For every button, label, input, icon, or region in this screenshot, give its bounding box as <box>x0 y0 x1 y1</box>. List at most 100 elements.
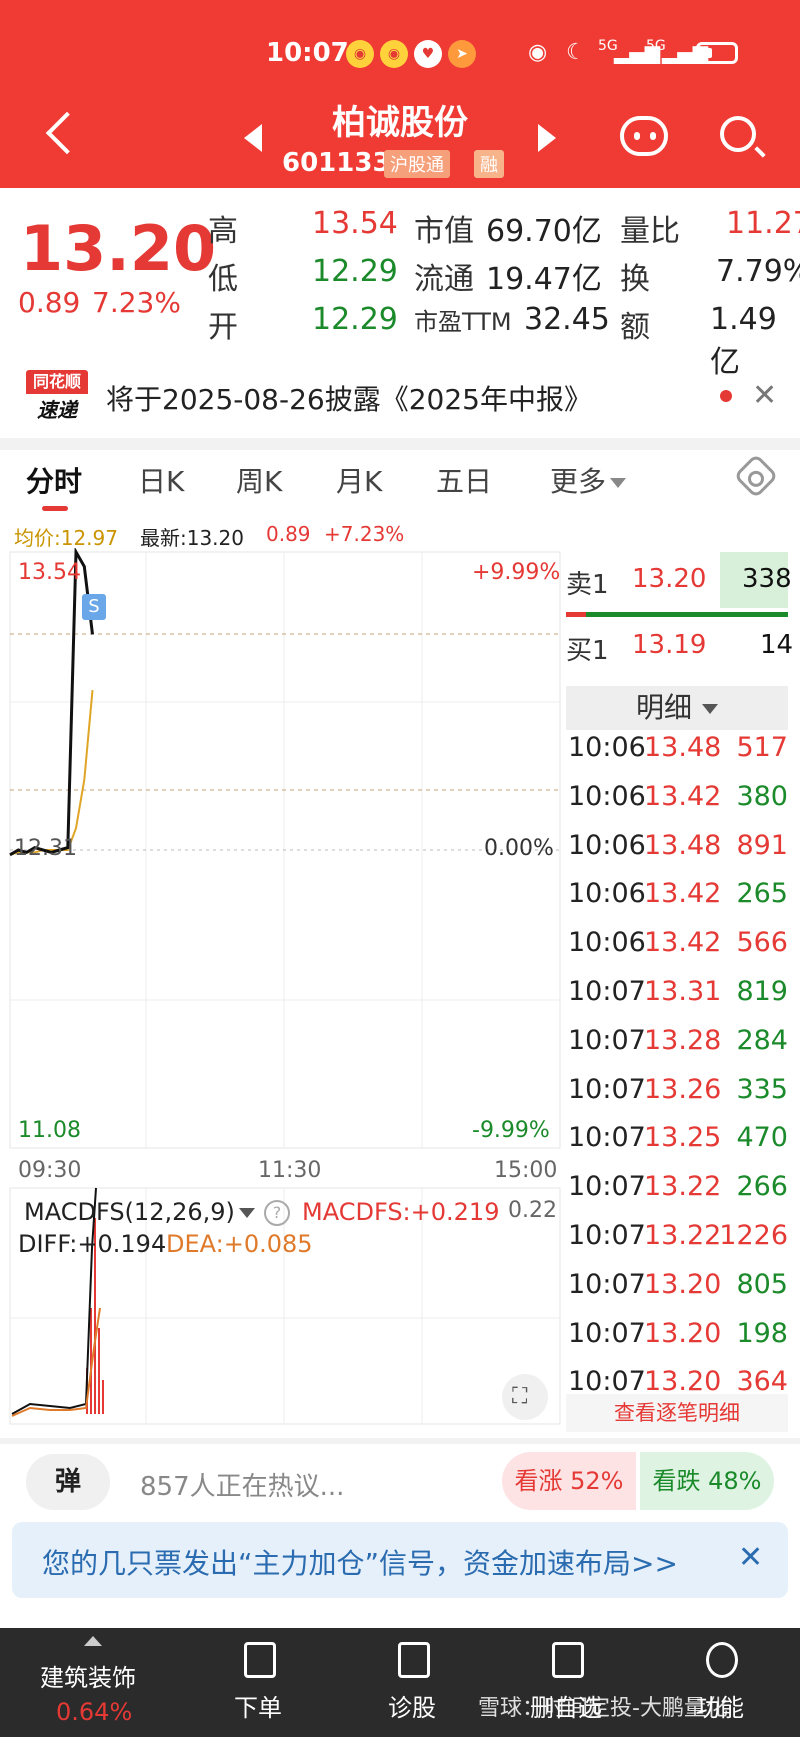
tick-row: 10:07 13.22 1226 <box>568 1220 788 1268</box>
promo-banner-text: 您的几只票发出“主力加仓”信号，资金加速布局>> <box>42 1547 678 1580</box>
ask-label: 卖1 <box>566 570 609 600</box>
bid-price: 13.19 <box>632 630 707 660</box>
eye-icon: ◉ <box>528 40 548 65</box>
chevron-up-icon <box>84 1636 102 1646</box>
axis-low-price: 11.08 <box>18 1118 81 1143</box>
tick-time: 10:07 <box>568 1171 646 1203</box>
pe-value: 32.45 <box>524 302 610 337</box>
detail-dropdown[interactable]: 明细 <box>566 686 788 730</box>
danmu-label: 弹 <box>54 1467 81 1497</box>
stock-name: 柏诚股份 <box>332 103 468 143</box>
tick-price: 13.22 <box>644 1171 722 1203</box>
axis-high-price: 13.54 <box>18 560 81 585</box>
order-icon[interactable] <box>244 1642 276 1678</box>
latest-price: 最新:13.20 <box>140 526 244 550</box>
tick-volume: 266 <box>736 1171 788 1203</box>
vol-ratio-label: 量比 <box>620 214 680 249</box>
tab-five-day[interactable]: 五日 <box>436 460 492 500</box>
tick-volume: 805 <box>736 1268 788 1300</box>
close-icon[interactable]: ✕ <box>738 1540 763 1575</box>
search-icon[interactable] <box>720 116 756 152</box>
tick-price: 13.25 <box>644 1122 722 1154</box>
tick-volume: 284 <box>736 1024 788 1056</box>
tick-row: 10:06 13.42 380 <box>568 781 788 829</box>
ths-news-logo: 同花顺 速递 <box>26 370 88 422</box>
chevron-down-icon <box>702 704 718 714</box>
weibo-icon: ◉ <box>346 40 374 68</box>
tick-volume: 566 <box>736 927 788 959</box>
tag-connect: 沪股通 <box>384 150 450 178</box>
bid-label: 买1 <box>566 636 609 666</box>
nav-order[interactable]: 下单 <box>234 1688 282 1723</box>
macd-axis-value: 0.22 <box>508 1198 557 1223</box>
tick-time: 10:07 <box>568 1024 646 1056</box>
float-value: 19.47亿 <box>486 262 602 297</box>
tab-monthly-k[interactable]: 月K <box>336 460 382 500</box>
nav-diagnose[interactable]: 诊股 <box>388 1688 436 1723</box>
mcap-label: 市值 <box>414 214 474 249</box>
vote-bearish-button[interactable]: 看跌 48% <box>640 1452 774 1510</box>
tab-intraday[interactable]: 分时 <box>26 460 82 500</box>
close-icon[interactable]: ✕ <box>752 378 777 413</box>
tick-row: 10:07 13.26 335 <box>568 1074 788 1122</box>
tick-time: 10:06 <box>568 927 646 959</box>
time-start: 09:30 <box>18 1158 82 1183</box>
tick-volume: 198 <box>736 1317 788 1349</box>
high-label: 高 <box>208 214 238 249</box>
next-stock-icon[interactable] <box>538 124 556 152</box>
fullscreen-icon[interactable]: ⛶ <box>512 1384 527 1409</box>
tick-time: 10:06 <box>568 780 646 812</box>
remove-watchlist-icon[interactable] <box>552 1642 584 1678</box>
tick-volume: 819 <box>736 976 788 1007</box>
sell-signal-marker[interactable]: S <box>82 594 106 620</box>
tick-time: 10:07 <box>568 1073 646 1105</box>
order-split-bar <box>586 612 788 617</box>
promo-banner[interactable]: 您的几只票发出“主力加仓”信号，资金加速布局>> ✕ <box>12 1522 788 1598</box>
sector-name[interactable]: 建筑装饰 <box>40 1658 136 1693</box>
pe-label: 市盈TTM <box>414 308 512 336</box>
macd-indicator-name[interactable]: MACDFS(12,26,9) <box>24 1198 255 1226</box>
section-divider <box>0 1438 800 1444</box>
robot-assistant-icon[interactable] <box>620 116 668 156</box>
tick-time: 10:06 <box>568 829 646 861</box>
danmu-button[interactable]: 弹 <box>26 1454 110 1510</box>
tick-price: 13.48 <box>644 732 722 763</box>
vote-bullish-button[interactable]: 看涨 52% <box>502 1452 636 1510</box>
tab-weekly-k[interactable]: 周K <box>236 460 282 500</box>
menu-icon[interactable] <box>706 1642 738 1678</box>
tick-time: 10:07 <box>568 1317 646 1349</box>
bottom-nav: 建筑装饰 0.64% 下单 诊股 删自选 功能 雪球：时间定投-大鹏量化 <box>0 1628 800 1737</box>
time-end: 15:00 <box>494 1158 558 1183</box>
intraday-chart[interactable] <box>0 548 562 1448</box>
tick-time: 10:06 <box>568 732 646 763</box>
news-headline[interactable]: 将于2025-08-26披露《2025年中报》 <box>106 378 592 418</box>
tab-more[interactable]: 更多 <box>550 460 627 500</box>
avg-price-line <box>9 690 94 856</box>
heart-app-icon: ♥ <box>414 40 442 68</box>
stock-code: 601133 <box>282 148 391 178</box>
tick-price: 13.42 <box>644 878 722 910</box>
tick-row: 10:07 13.28 284 <box>568 1025 788 1073</box>
tick-row: 10:07 13.25 470 <box>568 1122 788 1170</box>
axis-prev-close: 12.31 <box>14 836 77 861</box>
view-all-ticks-link[interactable]: 查看逐笔明细 <box>566 1394 788 1432</box>
settings-icon[interactable] <box>733 453 779 499</box>
diagnose-icon[interactable] <box>398 1642 430 1678</box>
weibo-icon: ◉ <box>380 40 408 68</box>
help-icon[interactable]: ? <box>264 1200 290 1226</box>
macd-name: MACDFS(12,26,9) <box>24 1198 235 1226</box>
tag-margin: 融 <box>474 150 504 178</box>
discussion-count[interactable]: 857人正在热议... <box>140 1466 344 1503</box>
macd-bar <box>102 1380 104 1414</box>
turnover-value: 7.79% <box>716 254 800 289</box>
price-grid <box>9 551 561 1149</box>
low-value: 12.29 <box>312 254 398 289</box>
tick-price: 13.20 <box>644 1268 722 1300</box>
tick-price: 13.20 <box>644 1317 722 1349</box>
battery-icon <box>696 42 738 64</box>
diff-value: DIFF:+0.194 <box>18 1230 167 1258</box>
avg-price: 均价:12.97 <box>14 526 118 550</box>
macdfs-value: MACDFS:+0.219 <box>302 1198 500 1226</box>
high-value: 13.54 <box>312 206 398 241</box>
tab-daily-k[interactable]: 日K <box>138 460 184 500</box>
